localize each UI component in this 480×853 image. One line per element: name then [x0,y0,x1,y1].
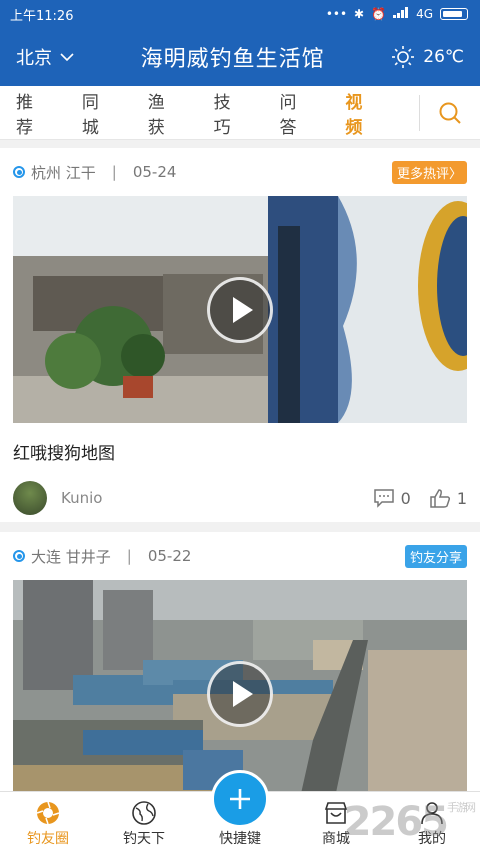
post-stats: 0 1 [373,488,467,508]
tab-qa[interactable]: 问答 [280,88,314,138]
weather-widget[interactable]: 26℃ [391,45,464,69]
app-screen: 上午11:26 ••• ✱ ⏰ 4G 北京 海明威钓鱼生活馆 26℃ 推荐 同城… [0,0,480,853]
comment-button[interactable]: 0 [373,488,411,508]
battery-icon [440,8,468,20]
quick-action-button[interactable] [211,770,269,828]
comment-count: 0 [400,488,411,508]
status-bar: 上午11:26 ••• ✱ ⏰ 4G [0,0,480,28]
meta-separator: | [111,163,117,181]
tab-catch[interactable]: 渔获 [148,88,182,138]
plus-icon [230,789,250,809]
site-watermark: 2265手游网 [343,799,476,845]
nav-label: 钓天下 [123,831,165,847]
thumbs-up-icon [430,489,450,508]
app-header: 北京 海明威钓鱼生活馆 26℃ [0,28,480,86]
location-dot-icon [13,550,25,562]
share-badge[interactable]: 钓友分享 [404,544,467,568]
like-count: 1 [456,488,467,508]
city-label: 北京 [16,48,52,69]
author-name: Kunio [61,489,103,507]
meta-separator: | [126,547,132,565]
temperature: 26℃ [423,47,464,67]
tab-local[interactable]: 同城 [82,88,116,138]
hot-comments-badge[interactable]: 更多热评〉 [391,160,467,184]
city-selector[interactable]: 北京 [16,44,74,70]
like-button[interactable]: 1 [429,488,467,508]
post-card[interactable]: 大连 甘井子 | 05-22 钓友分享 [0,532,480,807]
post-meta: 大连 甘井子 | 05-22 钓友分享 [13,532,467,580]
more-dots-icon: ••• [325,7,348,21]
status-icons: ••• ✱ ⏰ 4G [326,7,468,21]
post-footer: Kunio 0 1 [13,474,467,522]
bottom-nav: 钓友圈 钓天下 商城 我的 快捷键 2265手游网 [0,770,480,853]
post-meta: 杭州 江干 | 05-24 更多热评〉 [13,148,467,196]
signal-icon [393,7,409,21]
post-card[interactable]: 杭州 江干 | 05-24 更多热评〉 红哦搜狗地图 Kunio 0 1 [0,148,480,522]
sun-icon [392,46,415,68]
tab-video[interactable]: 视频 [345,88,379,138]
search-button[interactable] [420,101,480,125]
play-button[interactable] [207,276,273,343]
post-date: 05-24 [132,163,177,181]
globe-icon [132,801,156,825]
location-dot-icon [13,166,25,178]
video-thumbnail[interactable] [13,196,467,423]
category-tabs: 推荐 同城 渔获 技巧 问答 视频 [0,86,480,140]
network-type: 4G [416,7,433,21]
watermark-sub: 手游网 [447,801,476,814]
tab-recommend[interactable]: 推荐 [16,88,50,138]
nav-friends-circle[interactable]: 钓友圈 [0,792,96,853]
nav-fishing-world[interactable]: 钓天下 [96,792,192,853]
avatar[interactable] [13,481,47,515]
post-location: 杭州 江干 [31,163,96,182]
play-button[interactable] [207,660,273,727]
nav-label: 钓友圈 [27,831,69,847]
tab-tips[interactable]: 技巧 [214,88,248,138]
app-title: 海明威钓鱼生活馆 [140,47,325,72]
alarm-icon: ⏰ [371,7,387,21]
chevron-down-icon [60,52,74,61]
search-icon [439,102,461,124]
post-author[interactable]: Kunio [13,481,102,515]
video-feed: 杭州 江干 | 05-24 更多热评〉 红哦搜狗地图 Kunio 0 1 大连 … [0,140,480,807]
bluetooth-icon: ✱ [354,7,365,21]
top-bar: 上午11:26 ••• ✱ ⏰ 4G 北京 海明威钓鱼生活馆 26℃ [0,0,480,86]
post-title[interactable]: 红哦搜狗地图 [13,423,467,474]
aperture-icon [36,801,60,825]
status-time: 上午11:26 [10,8,74,24]
post-date: 05-22 [147,547,192,565]
watermark-main: 2265 [343,799,449,845]
comment-icon [373,489,394,508]
post-location: 大连 甘井子 [31,547,111,566]
